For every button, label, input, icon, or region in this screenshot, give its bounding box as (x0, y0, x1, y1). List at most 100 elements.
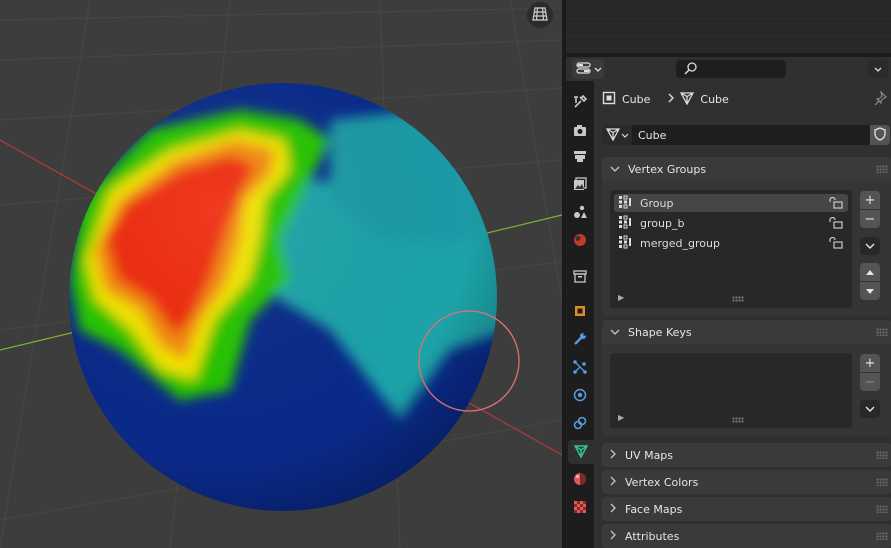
tab-tool[interactable] (568, 91, 592, 115)
vertex-group-icon (618, 195, 632, 212)
chevron-right-icon (610, 476, 617, 489)
shield-icon (874, 126, 886, 144)
mesh-data-icon (573, 443, 589, 462)
uv-maps-title: UV Maps (625, 448, 674, 462)
editor-type-button[interactable] (572, 59, 604, 79)
tab-physics[interactable] (568, 384, 592, 408)
search-input[interactable] (676, 60, 786, 78)
fake-user-button[interactable] (870, 125, 890, 145)
box-icon (572, 268, 588, 287)
filter-options-toggle[interactable]: ▶ (618, 293, 624, 302)
attributes-title: Attributes (625, 529, 680, 543)
vertex-group-name[interactable]: group_b (640, 217, 684, 230)
move-down-button[interactable] (860, 282, 880, 300)
weight-paint-sphere (69, 83, 497, 511)
shape-key-list[interactable]: ▶ (610, 353, 852, 428)
breadcrumb-mesh-name: Cube (700, 92, 729, 106)
tab-view-layer[interactable] (568, 173, 592, 197)
chevron-down-icon (610, 163, 620, 176)
tab-modifiers[interactable] (568, 328, 592, 352)
drag-handle-icon[interactable] (876, 532, 888, 540)
vertex-group-specials-button[interactable] (860, 237, 880, 255)
vertex-colors-panel-header[interactable]: Vertex Colors (602, 470, 891, 494)
tab-world[interactable] (568, 229, 592, 253)
tab-data[interactable] (568, 440, 594, 464)
attributes-panel-header[interactable]: Attributes (602, 524, 891, 548)
properties-editor-icon (576, 61, 592, 78)
vertex-group-name[interactable]: merged_group (640, 237, 720, 250)
list-item[interactable]: group_b (614, 214, 848, 232)
pin-button[interactable] (873, 90, 888, 108)
drag-handle-icon[interactable] (876, 478, 888, 486)
tab-constraints[interactable] (568, 412, 592, 436)
properties-header (566, 57, 891, 81)
remove-shape-key-button[interactable]: − (860, 373, 880, 391)
shape-key-specials-button[interactable] (860, 400, 880, 418)
filter-options-toggle[interactable]: ▶ (618, 413, 624, 422)
physics-orbit-icon (572, 387, 588, 406)
outliner-area[interactable] (566, 0, 891, 53)
triangle-up-icon (865, 265, 875, 280)
image-stack-icon (572, 176, 588, 195)
move-up-button[interactable] (860, 263, 880, 281)
list-item[interactable]: Group (614, 194, 848, 212)
face-maps-title: Face Maps (625, 502, 683, 516)
face-maps-panel-header[interactable]: Face Maps (602, 497, 891, 521)
add-shape-key-button[interactable]: + (860, 354, 880, 372)
wrench-screwdriver-icon (572, 94, 588, 113)
tab-material[interactable] (568, 468, 592, 492)
3d-viewport[interactable] (0, 0, 562, 548)
drag-handle-icon[interactable] (876, 505, 888, 513)
vertex-groups-panel-body: Group group_b merged_group ▶ + − (602, 181, 891, 316)
tab-scene[interactable] (568, 201, 592, 225)
list-resize-handle[interactable] (732, 417, 744, 423)
chevron-down-icon (874, 63, 882, 76)
tab-texture[interactable] (568, 496, 592, 520)
camera-icon (572, 122, 588, 141)
material-sphere-icon (572, 471, 588, 490)
breadcrumb: Cube Cube (602, 89, 729, 109)
lock-open-icon[interactable] (828, 196, 844, 212)
search-icon (684, 61, 698, 78)
chevron-right-icon (610, 503, 617, 516)
tab-object[interactable] (568, 300, 592, 324)
vertex-group-icon (618, 235, 632, 252)
uv-maps-panel-header[interactable]: UV Maps (602, 443, 891, 467)
list-item[interactable]: merged_group (614, 234, 848, 252)
properties-content: Cube Cube Cube Vertex Groups Group group… (596, 81, 891, 548)
tab-output[interactable] (568, 145, 592, 169)
add-vertex-group-button[interactable]: + (860, 191, 880, 209)
viewport-scene[interactable] (0, 0, 562, 548)
vertex-group-name[interactable]: Group (640, 197, 674, 210)
toggle-view-grid-button[interactable] (527, 2, 553, 28)
lock-open-icon[interactable] (828, 236, 844, 252)
particles-icon (572, 359, 588, 378)
object-icon (602, 91, 616, 108)
tab-particles[interactable] (568, 356, 592, 380)
wrench-icon (572, 331, 588, 350)
chevron-right-icon (610, 449, 617, 462)
vertex-group-list[interactable]: Group group_b merged_group ▶ (610, 190, 852, 308)
scene-icon (572, 204, 588, 223)
drag-handle-icon[interactable] (876, 328, 888, 336)
mesh-icon (605, 127, 620, 144)
chevron-down-icon (865, 239, 875, 254)
mesh-icon (680, 91, 695, 108)
browse-mesh-button[interactable] (602, 125, 632, 145)
shape-keys-panel-body: ▶ + − (602, 344, 891, 436)
vertex-groups-panel-header[interactable]: Vertex Groups (602, 157, 891, 181)
options-dropdown-button[interactable] (868, 60, 888, 78)
lock-open-icon[interactable] (828, 216, 844, 232)
triangle-down-icon (865, 284, 875, 299)
pin-icon (873, 90, 888, 108)
properties-tabs (566, 81, 594, 548)
shape-keys-panel-header[interactable]: Shape Keys (602, 320, 891, 344)
remove-vertex-group-button[interactable]: − (860, 210, 880, 228)
tab-render[interactable] (568, 119, 592, 143)
drag-handle-icon[interactable] (876, 165, 888, 173)
drag-handle-icon[interactable] (876, 451, 888, 459)
list-resize-handle[interactable] (732, 296, 744, 302)
tab-collection[interactable] (568, 265, 592, 289)
shape-keys-title: Shape Keys (628, 325, 692, 339)
mesh-name-field[interactable]: Cube (632, 125, 870, 145)
